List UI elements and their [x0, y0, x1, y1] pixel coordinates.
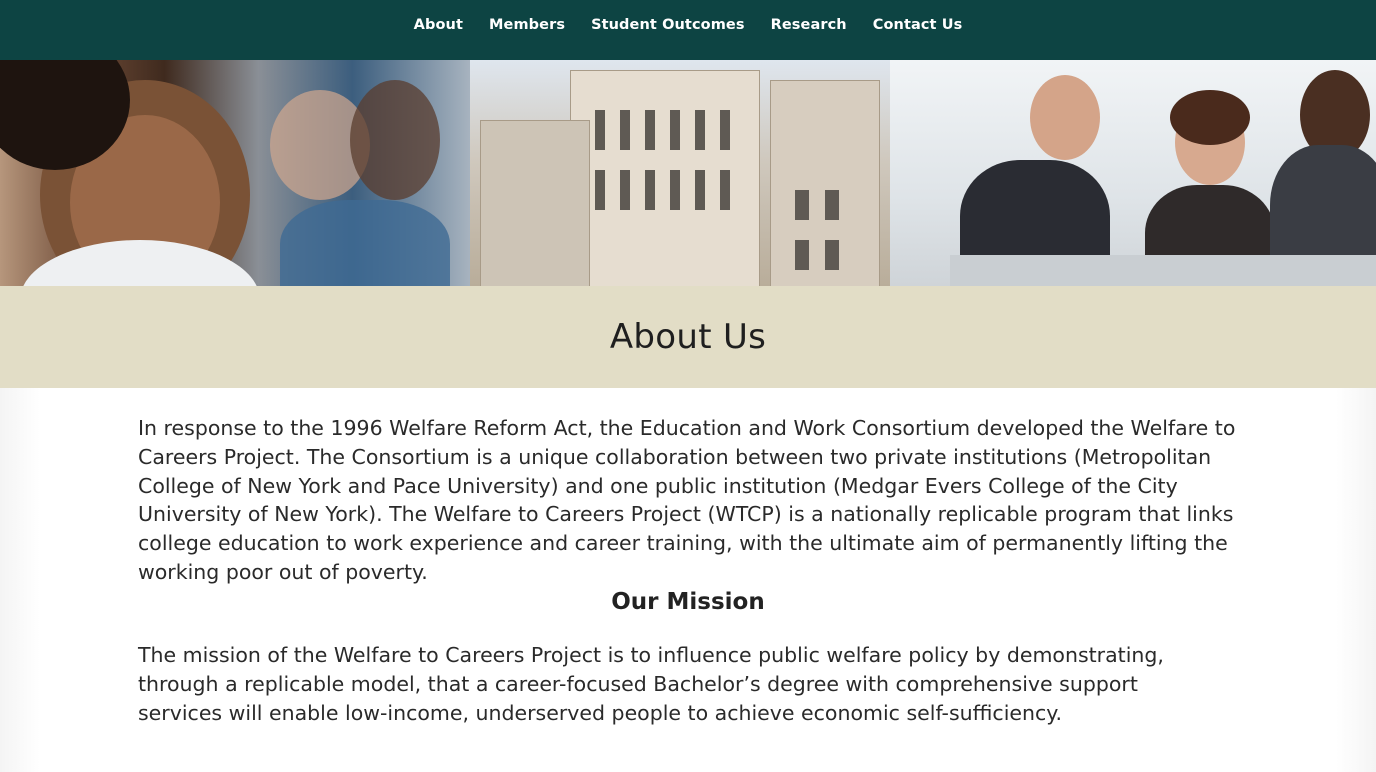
banner-image [0, 60, 1376, 286]
banner-panel-meeting [890, 60, 1376, 286]
banner-panel-buildings [470, 60, 890, 286]
intro-paragraph: In response to the 1996 Welfare Reform A… [138, 416, 1236, 584]
nav-item-contact-us[interactable]: Contact Us [860, 17, 976, 33]
mission-paragraph: The mission of the Welfare to Careers Pr… [138, 643, 1164, 725]
nav-item-members[interactable]: Members [476, 17, 578, 33]
mission-heading: Our Mission [611, 589, 765, 615]
nav-item-research[interactable]: Research [758, 17, 860, 33]
nav-item-about[interactable]: About [401, 17, 476, 33]
banner-panel-people [0, 60, 470, 286]
top-navigation: About Members Student Outcomes Research … [0, 0, 1376, 60]
page-title: About Us [609, 317, 767, 357]
nav-item-student-outcomes[interactable]: Student Outcomes [578, 17, 758, 33]
page-title-band: About Us [0, 286, 1376, 388]
